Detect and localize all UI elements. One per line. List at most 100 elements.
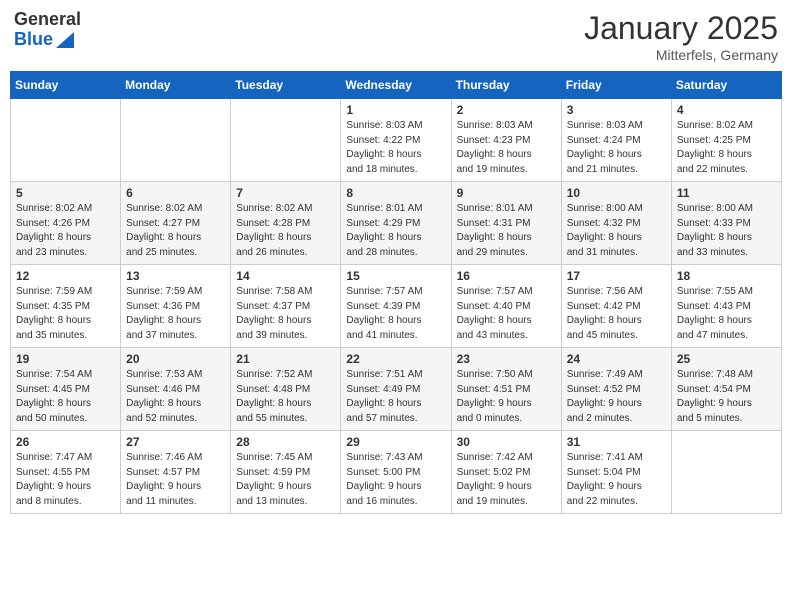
day-number: 16 [457, 269, 556, 283]
day-number: 6 [126, 186, 225, 200]
page-header: General Blue January 2025 Mitterfels, Ge… [10, 10, 782, 63]
day-cell: 14 Sunrise: 7:58 AM Sunset: 4:37 PM Dayli… [231, 265, 341, 348]
day-cell: 31 Sunrise: 7:41 AM Sunset: 5:04 PM Dayli… [561, 431, 671, 514]
day-info: Sunrise: 7:48 AM Sunset: 4:54 PM Dayligh… [677, 368, 776, 426]
weekday-header-row: SundayMondayTuesdayWednesdayThursdayFrid… [11, 72, 782, 99]
day-number: 9 [457, 186, 556, 200]
day-cell: 2Sunrise: 8:03 AM Sunset: 4:23 PM Daylig… [451, 99, 561, 182]
day-cell [121, 99, 231, 182]
day-info: Sunrise: 7:53 AM Sunset: 4:46 PM Dayligh… [126, 368, 225, 426]
day-info: Sunrise: 8:03 AM Sunset: 4:22 PM Dayligh… [346, 119, 445, 177]
day-cell [231, 99, 341, 182]
day-info: Sunrise: 7:41 AM Sunset: 5:04 PM Dayligh… [567, 451, 666, 509]
day-cell: 9 Sunrise: 8:01 AM Sunset: 4:31 PM Daylig… [451, 182, 561, 265]
day-info: Sunrise: 8:01 AM Sunset: 4:31 PM Dayligh… [457, 202, 556, 260]
day-cell: 6Sunrise: 8:02 AM Sunset: 4:27 PM Daylig… [121, 182, 231, 265]
day-info: Sunrise: 8:03 AM Sunset: 4:24 PM Dayligh… [567, 119, 666, 177]
location: Mitterfels, Germany [584, 47, 778, 63]
day-info: Sunrise: 8:03 AM Sunset: 4:23 PM Dayligh… [457, 119, 556, 177]
day-cell: 28Sunrise: 7:45 AM Sunset: 4:59 PM Dayli… [231, 431, 341, 514]
month-title: January 2025 [584, 10, 778, 47]
day-info: Sunrise: 7:55 AM Sunset: 4:43 PM Dayligh… [677, 285, 776, 343]
day-info: Sunrise: 7:59 AM Sunset: 4:36 PM Dayligh… [126, 285, 225, 343]
day-cell: 21 Sunrise: 7:52 AM Sunset: 4:48 PM Dayli… [231, 348, 341, 431]
day-number: 5 [16, 186, 115, 200]
day-info: Sunrise: 8:02 AM Sunset: 4:26 PM Dayligh… [16, 202, 115, 260]
day-number: 31 [567, 435, 666, 449]
day-info: Sunrise: 7:56 AM Sunset: 4:42 PM Dayligh… [567, 285, 666, 343]
day-info: Sunrise: 7:51 AM Sunset: 4:49 PM Dayligh… [346, 368, 445, 426]
day-info: Sunrise: 7:47 AM Sunset: 4:55 PM Dayligh… [16, 451, 115, 509]
weekday-header-sunday: Sunday [11, 72, 121, 99]
day-info: Sunrise: 7:57 AM Sunset: 4:39 PM Dayligh… [346, 285, 445, 343]
day-number: 20 [126, 352, 225, 366]
day-cell: 8 Sunrise: 8:01 AM Sunset: 4:29 PM Daylig… [341, 182, 451, 265]
day-info: Sunrise: 7:42 AM Sunset: 5:02 PM Dayligh… [457, 451, 556, 509]
day-number: 30 [457, 435, 556, 449]
title-block: January 2025 Mitterfels, Germany [584, 10, 778, 63]
day-cell: 16 Sunrise: 7:57 AM Sunset: 4:40 PM Dayli… [451, 265, 561, 348]
day-cell: 18 Sunrise: 7:55 AM Sunset: 4:43 PM Dayli… [671, 265, 781, 348]
day-cell: 23Sunrise: 7:50 AM Sunset: 4:51 PM Dayli… [451, 348, 561, 431]
day-cell: 11 Sunrise: 8:00 AM Sunset: 4:33 PM Dayli… [671, 182, 781, 265]
day-cell: 12 Sunrise: 7:59 AM Sunset: 4:35 PM Dayli… [11, 265, 121, 348]
day-info: Sunrise: 7:49 AM Sunset: 4:52 PM Dayligh… [567, 368, 666, 426]
week-row-5: 26 Sunrise: 7:47 AM Sunset: 4:55 PM Dayli… [11, 431, 782, 514]
day-info: Sunrise: 7:45 AM Sunset: 4:59 PM Dayligh… [236, 451, 335, 509]
day-info: Sunrise: 8:02 AM Sunset: 4:28 PM Dayligh… [236, 202, 335, 260]
day-info: Sunrise: 8:01 AM Sunset: 4:29 PM Dayligh… [346, 202, 445, 260]
day-number: 22 [346, 352, 445, 366]
day-number: 14 [236, 269, 335, 283]
day-info: Sunrise: 8:02 AM Sunset: 4:25 PM Dayligh… [677, 119, 776, 177]
day-number: 18 [677, 269, 776, 283]
day-number: 15 [346, 269, 445, 283]
day-cell: 7 Sunrise: 8:02 AM Sunset: 4:28 PM Daylig… [231, 182, 341, 265]
day-number: 8 [346, 186, 445, 200]
day-cell: 3 Sunrise: 8:03 AM Sunset: 4:24 PM Daylig… [561, 99, 671, 182]
weekday-header-friday: Friday [561, 72, 671, 99]
day-cell: 30 Sunrise: 7:42 AM Sunset: 5:02 PM Dayli… [451, 431, 561, 514]
day-cell: 5 Sunrise: 8:02 AM Sunset: 4:26 PM Daylig… [11, 182, 121, 265]
day-cell: 20 Sunrise: 7:53 AM Sunset: 4:46 PM Dayli… [121, 348, 231, 431]
day-number: 1 [346, 103, 445, 117]
day-info: Sunrise: 7:57 AM Sunset: 4:40 PM Dayligh… [457, 285, 556, 343]
calendar-table: SundayMondayTuesdayWednesdayThursdayFrid… [10, 71, 782, 514]
day-cell: 17 Sunrise: 7:56 AM Sunset: 4:42 PM Dayli… [561, 265, 671, 348]
logo-blue-text: Blue [14, 30, 53, 50]
day-cell: 24 Sunrise: 7:49 AM Sunset: 4:52 PM Dayli… [561, 348, 671, 431]
weekday-header-wednesday: Wednesday [341, 72, 451, 99]
day-cell [671, 431, 781, 514]
weekday-header-monday: Monday [121, 72, 231, 99]
day-cell [11, 99, 121, 182]
week-row-4: 19Sunrise: 7:54 AM Sunset: 4:45 PM Dayli… [11, 348, 782, 431]
day-info: Sunrise: 7:59 AM Sunset: 4:35 PM Dayligh… [16, 285, 115, 343]
day-cell: 1 Sunrise: 8:03 AM Sunset: 4:22 PM Daylig… [341, 99, 451, 182]
day-number: 29 [346, 435, 445, 449]
logo: General Blue [14, 10, 81, 50]
day-number: 11 [677, 186, 776, 200]
day-number: 13 [126, 269, 225, 283]
day-cell: 13 Sunrise: 7:59 AM Sunset: 4:36 PM Dayli… [121, 265, 231, 348]
day-cell: 15 Sunrise: 7:57 AM Sunset: 4:39 PM Dayli… [341, 265, 451, 348]
day-info: Sunrise: 8:00 AM Sunset: 4:33 PM Dayligh… [677, 202, 776, 260]
day-number: 21 [236, 352, 335, 366]
day-number: 23 [457, 352, 556, 366]
day-info: Sunrise: 7:52 AM Sunset: 4:48 PM Dayligh… [236, 368, 335, 426]
logo-general-text: General [14, 10, 81, 30]
day-info: Sunrise: 8:00 AM Sunset: 4:32 PM Dayligh… [567, 202, 666, 260]
day-number: 25 [677, 352, 776, 366]
day-number: 7 [236, 186, 335, 200]
day-number: 26 [16, 435, 115, 449]
week-row-2: 5 Sunrise: 8:02 AM Sunset: 4:26 PM Daylig… [11, 182, 782, 265]
day-cell: 29Sunrise: 7:43 AM Sunset: 5:00 PM Dayli… [341, 431, 451, 514]
day-number: 24 [567, 352, 666, 366]
day-cell: 10 Sunrise: 8:00 AM Sunset: 4:32 PM Dayli… [561, 182, 671, 265]
day-info: Sunrise: 7:58 AM Sunset: 4:37 PM Dayligh… [236, 285, 335, 343]
day-cell: 25 Sunrise: 7:48 AM Sunset: 4:54 PM Dayli… [671, 348, 781, 431]
day-number: 19 [16, 352, 115, 366]
day-number: 17 [567, 269, 666, 283]
day-number: 12 [16, 269, 115, 283]
weekday-header-tuesday: Tuesday [231, 72, 341, 99]
day-number: 10 [567, 186, 666, 200]
day-number: 3 [567, 103, 666, 117]
